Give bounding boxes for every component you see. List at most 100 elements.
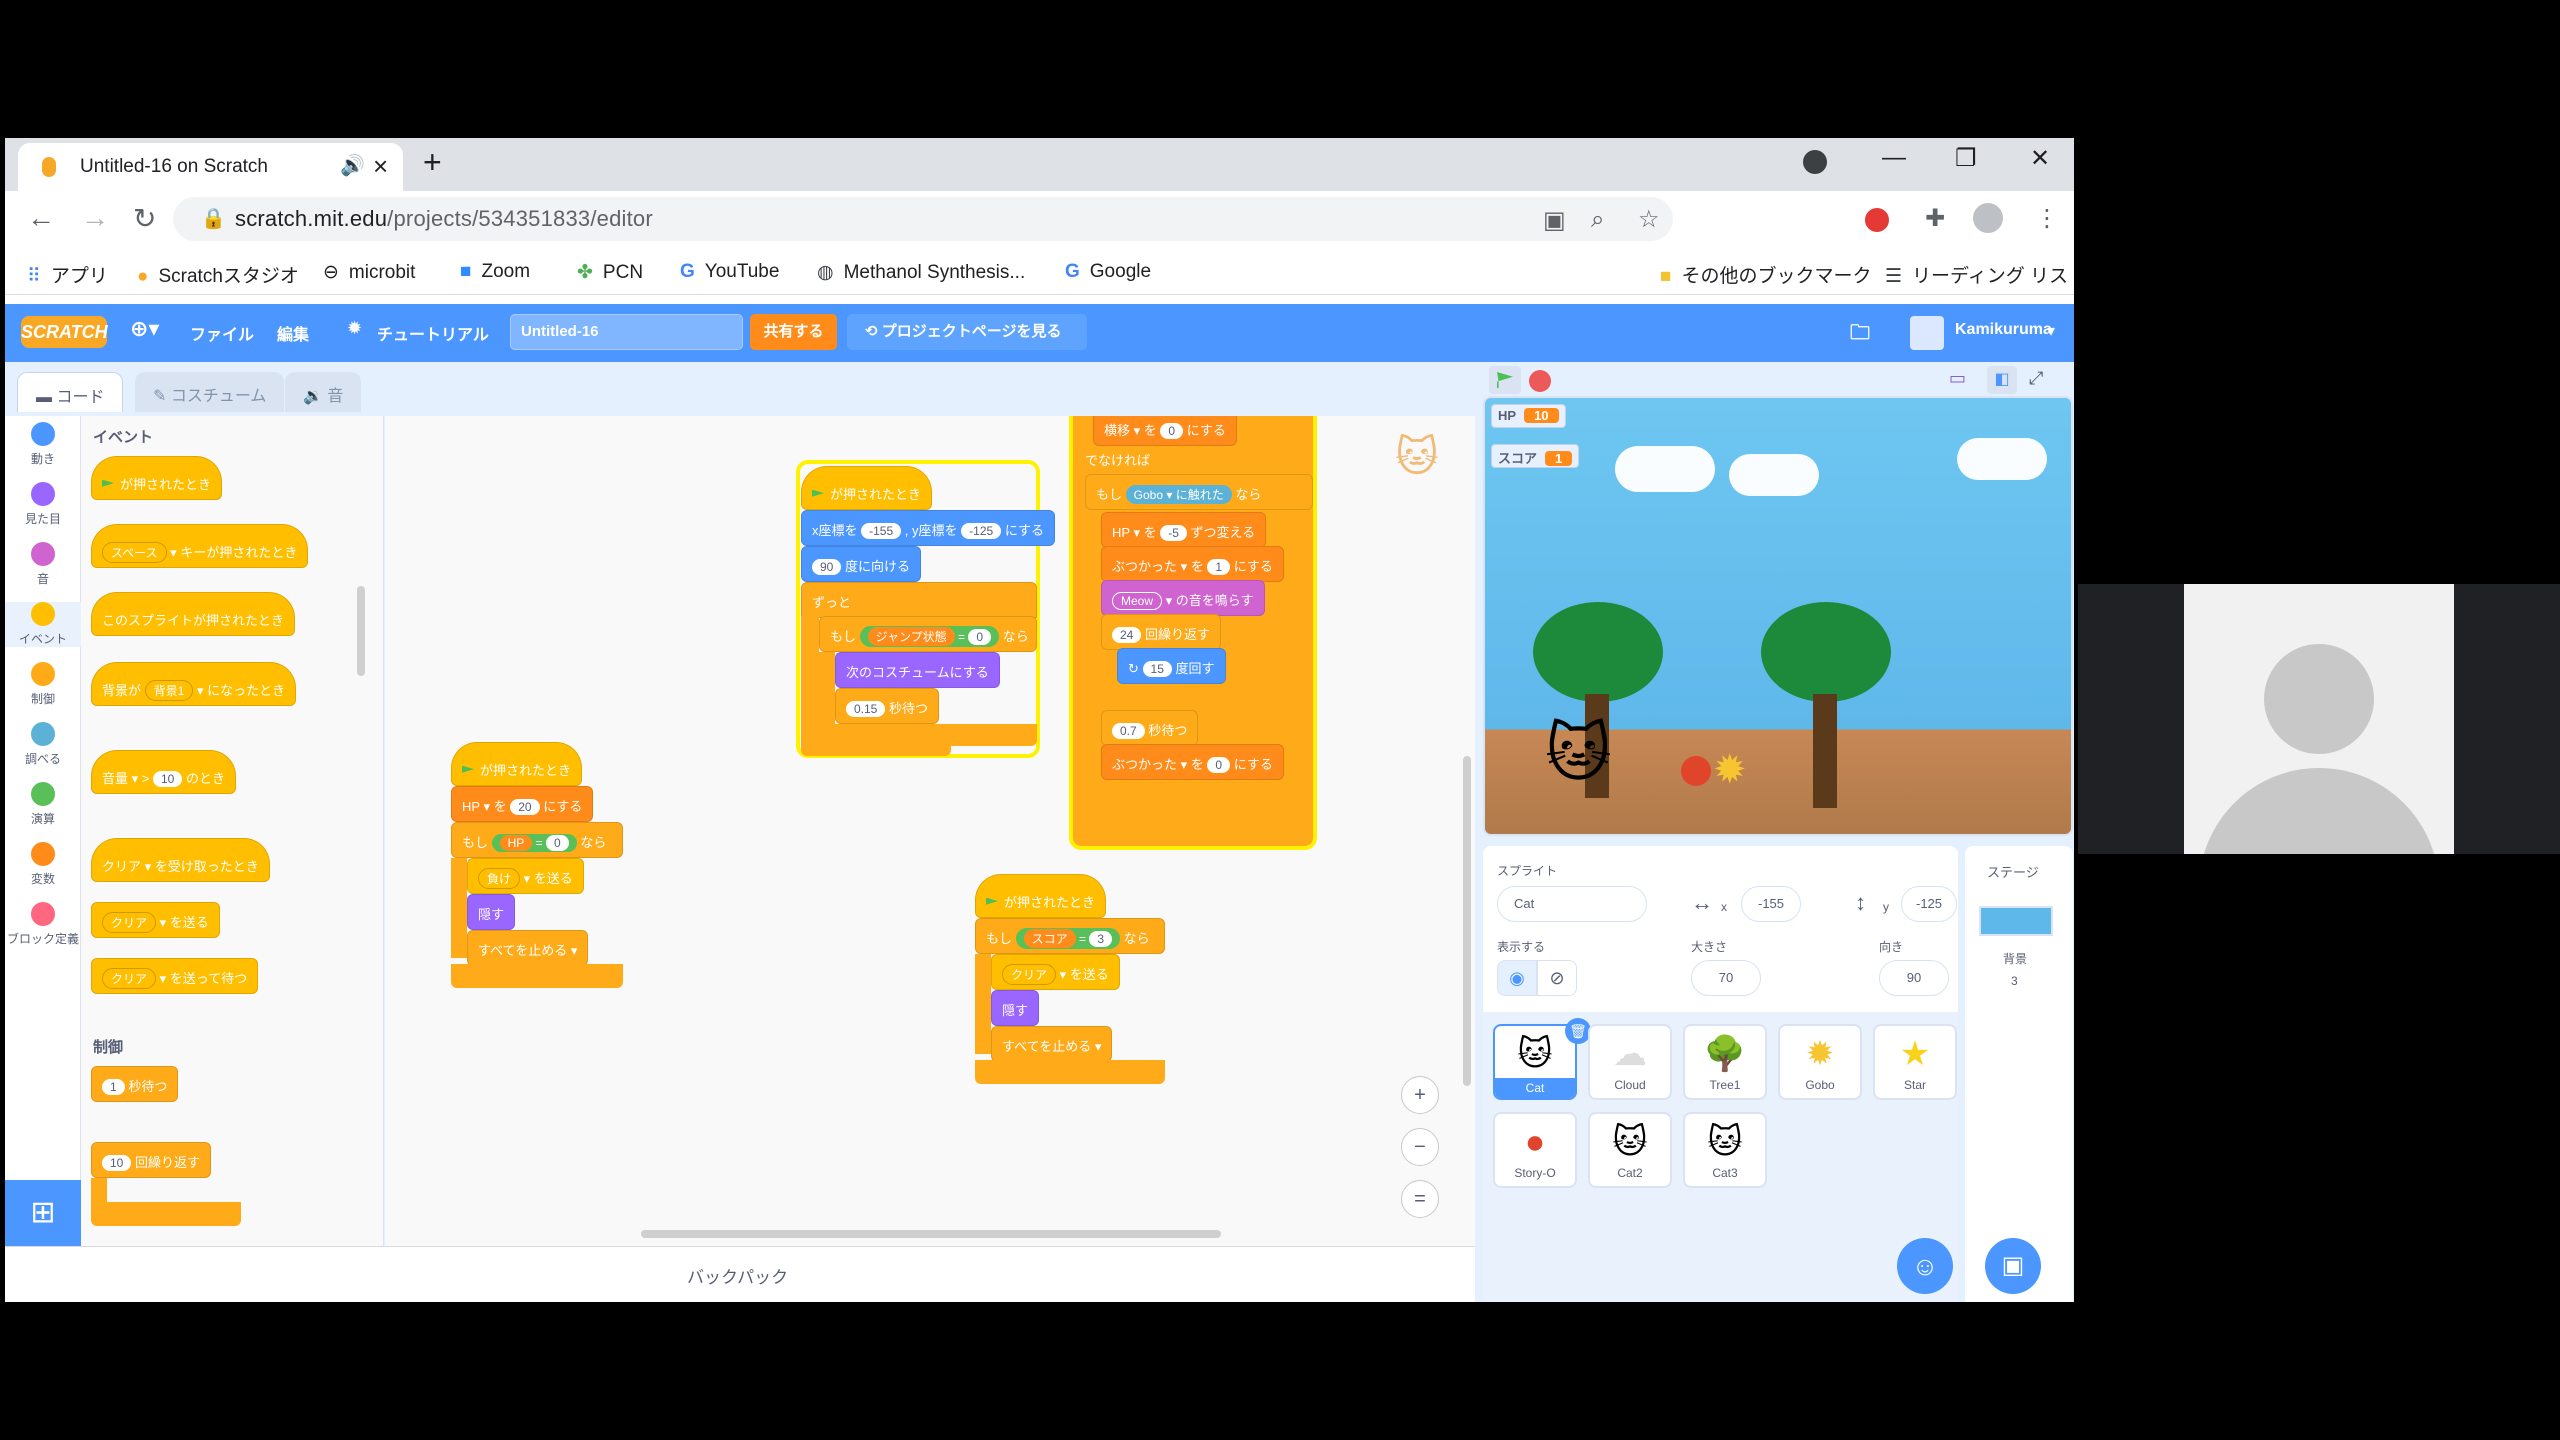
sprite-tile-star[interactable]: ★ Star	[1873, 1024, 1957, 1100]
block-volume-greater[interactable]: 音量 ▾ > 10 のとき	[91, 750, 236, 794]
category-2[interactable]: 見た目	[5, 482, 81, 527]
code-workspace[interactable]: が押されたとき x座標を -155 , y座標を -125 にする 90 度に向…	[385, 416, 1475, 1246]
block-flag-clicked[interactable]: が押されたとき	[91, 456, 223, 500]
block-broadcast[interactable]: クリア ▾ を送る	[91, 902, 220, 938]
category-6[interactable]: 調べる	[5, 722, 81, 767]
bookmark-pcn[interactable]: ✤ PCN	[577, 261, 643, 284]
stage-canvas[interactable]: HP 10 スコア 1 🐱 ✹	[1483, 396, 2073, 836]
close-tab-icon[interactable]: ×	[373, 151, 388, 182]
scratch-logo[interactable]: SCRATCH	[21, 316, 108, 348]
close-window-icon[interactable]: ✕	[2030, 144, 2050, 173]
s2-play-meow[interactable]: Meow ▾ の音を鳴らす	[1101, 580, 1265, 616]
sprite-name-input[interactable]: Cat	[1497, 886, 1647, 922]
block-sprite-clicked[interactable]: このスプライトが押されたとき	[91, 592, 296, 636]
s2-reset-hit[interactable]: ぶつかった ▾ を 0 にする	[1101, 744, 1284, 780]
speaker-icon[interactable]: 🔊	[340, 153, 365, 178]
menu-kebab-icon[interactable]: ⋮	[2035, 204, 2059, 233]
s1-goto-xy[interactable]: x座標を -155 , y座標を -125 にする	[801, 510, 1055, 546]
stop-icon[interactable]	[1529, 370, 1551, 392]
see-project-page-button[interactable]: ⟲ プロジェクトページを見る	[847, 314, 1087, 350]
category-5[interactable]: 制御	[5, 662, 81, 707]
block-wait[interactable]: 1 秒待つ	[91, 1066, 179, 1102]
share-button[interactable]: 共有する	[750, 314, 837, 350]
s4-broadcast[interactable]: クリア ▾ を送る	[991, 954, 1120, 990]
reading-list[interactable]: ☰ リーディング リスト	[1885, 261, 2074, 288]
sprite-tile-tree1[interactable]: 🌳 Tree1	[1683, 1024, 1767, 1100]
tab-sound[interactable]: 🔉 音	[285, 372, 362, 412]
size-input[interactable]: 70	[1691, 960, 1761, 996]
block-when-received[interactable]: クリア ▾ を受け取ったとき	[91, 838, 270, 882]
s1-point-direction[interactable]: 90 度に向ける	[801, 546, 921, 582]
s2-set-hit[interactable]: ぶつかった ▾ を 1 にする	[1101, 546, 1284, 582]
restore-icon[interactable]: ❐	[1955, 144, 1977, 173]
large-stage-icon[interactable]: ◧	[1987, 366, 2017, 394]
s4-flag-hat[interactable]: が押されたとき	[975, 874, 1107, 918]
category-8[interactable]: 変数	[5, 842, 81, 887]
category-3[interactable]: 音	[5, 542, 81, 587]
s1-flag-hat[interactable]: が押されたとき	[801, 466, 933, 510]
sprite-tile-cat[interactable]: 🐱 Cat	[1493, 1024, 1577, 1100]
gobo-sprite[interactable]: ✹	[1713, 748, 1747, 792]
s3-flag-hat[interactable]: が押されたとき	[451, 742, 583, 786]
bookmark-star-icon[interactable]: ☆	[1638, 205, 1660, 234]
direction-input[interactable]: 90	[1879, 960, 1949, 996]
cat-sprite[interactable]: 🐱	[1545, 718, 1612, 788]
username[interactable]: Kamikuruma	[1955, 321, 2052, 339]
sprite-tile-cloud[interactable]: ☁ Cloud	[1588, 1024, 1672, 1100]
s2-wait[interactable]: 0.7 秒待つ	[1101, 710, 1199, 746]
add-sprite-icon[interactable]: ☺	[1897, 1238, 1953, 1294]
tab-costume[interactable]: ✎ コスチューム	[135, 372, 285, 412]
bookmark-google[interactable]: G Google	[1065, 261, 1151, 283]
bookmark-scratch-studio[interactable]: ● Scratchスタジオ	[137, 261, 299, 288]
zoom-reset-icon[interactable]: =	[1401, 1180, 1439, 1218]
stage-thumbnail[interactable]	[1979, 906, 2053, 936]
add-extension-icon[interactable]: ⊞	[5, 1180, 81, 1246]
block-backdrop-switches[interactable]: 背景が 背景1 ▾ になったとき	[91, 662, 297, 706]
browser-tab[interactable]: Untitled-16 on Scratch 🔊 ×	[18, 143, 403, 191]
extension-red-icon[interactable]	[1865, 208, 1889, 232]
user-menu-caret-icon[interactable]: ▾	[2047, 321, 2055, 341]
zoom-icon[interactable]: ⌕	[1591, 206, 1604, 234]
camera-blocked-icon[interactable]: ▣	[1543, 206, 1566, 235]
project-title-input[interactable]: Untitled-16	[510, 314, 743, 350]
bookmark-youtube[interactable]: G YouTube	[680, 261, 779, 283]
forward-icon[interactable]: →	[81, 202, 109, 234]
s1-wait[interactable]: 0.15 秒待つ	[835, 688, 939, 724]
s2-if-touching[interactable]: もし Gobo ▾ に触れた なら	[1085, 474, 1313, 510]
minimize-icon[interactable]: —	[1882, 144, 1906, 172]
workspace-h-scrollbar[interactable]	[641, 1230, 1221, 1238]
s1-forever[interactable]: ずっと	[801, 582, 1037, 618]
s3-hide[interactable]: 隠す	[467, 894, 516, 930]
workspace-v-scrollbar[interactable]	[1463, 756, 1471, 1086]
bookmark-microbit[interactable]: ⊖ microbit	[323, 261, 415, 284]
tab-code[interactable]: ▬ コード	[17, 372, 124, 412]
s2-change-hp[interactable]: HP ▾ を -5 ずつ変える	[1101, 512, 1267, 548]
s2-turn[interactable]: ↻ 15 度回す	[1117, 648, 1226, 684]
add-backdrop-icon[interactable]: ▣	[1985, 1238, 2041, 1294]
language-globe-icon[interactable]: ⊕▾	[130, 316, 159, 342]
menu-edit[interactable]: 編集	[277, 321, 309, 345]
s3-set-hp[interactable]: HP ▾ を 20 にする	[451, 786, 594, 822]
s3-broadcast[interactable]: 負け ▾ を送る	[467, 858, 584, 894]
x-input[interactable]: -155	[1741, 886, 1801, 922]
category-7[interactable]: 演算	[5, 782, 81, 827]
backpack[interactable]: バックパック	[5, 1246, 1475, 1302]
block-repeat[interactable]: 10 回繰り返す	[91, 1142, 211, 1178]
block-key-pressed[interactable]: スペース ▾ キーが押されたとき	[91, 524, 309, 568]
bookmark-apps[interactable]: ⠿ アプリ	[27, 261, 108, 288]
tab-search-icon[interactable]	[1803, 150, 1827, 174]
hide-eye-icon[interactable]: ⊘	[1537, 960, 1577, 996]
category-4[interactable]: イベント	[5, 602, 81, 647]
s4-stop[interactable]: すべてを止める ▾	[991, 1026, 1113, 1062]
block-broadcast-wait[interactable]: クリア ▾ を送って待つ	[91, 958, 259, 994]
my-stuff-folder-icon[interactable]: 🗀	[1850, 318, 1870, 352]
s3-stop[interactable]: すべてを止める ▾	[467, 930, 589, 966]
category-9[interactable]: ブロック定義	[5, 902, 81, 947]
profile-avatar-icon[interactable]	[1973, 203, 2003, 233]
sprite-tile-gobo[interactable]: ✹ Gobo	[1778, 1024, 1862, 1100]
s1-if[interactable]: もし ジャンプ状態 = 0 なら	[819, 616, 1037, 652]
reload-icon[interactable]: ↻	[133, 202, 156, 235]
s4-if[interactable]: もし スコア = 3 なら	[975, 918, 1165, 954]
address-bar[interactable]: 🔒 scratch.mit.edu/projects/534351833/edi…	[173, 197, 1673, 241]
s1-next-costume[interactable]: 次のコスチュームにする	[835, 652, 1000, 688]
